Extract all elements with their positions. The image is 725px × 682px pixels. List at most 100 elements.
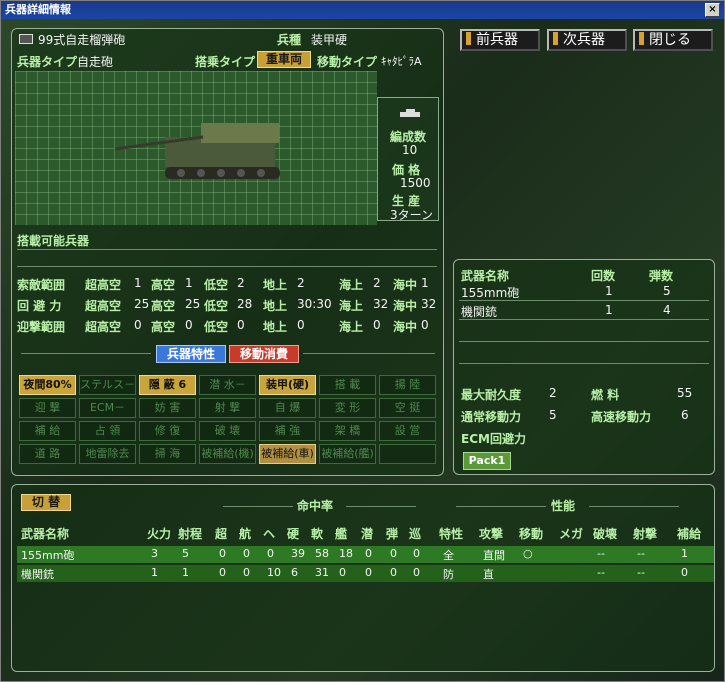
search-range-value: 1: [185, 276, 193, 290]
trait-cell: 被補給(車): [259, 444, 316, 464]
weapon-row-name: 機関銃: [461, 305, 498, 319]
pack-button[interactable]: Pack1: [463, 452, 511, 470]
performance-group: 性能: [551, 499, 576, 513]
table-cell: 0: [365, 547, 372, 560]
trait-cell: 装甲(硬): [259, 375, 316, 395]
intercept-range-value: 0: [134, 318, 142, 332]
divider: [459, 300, 709, 301]
column-header: 超: [215, 527, 228, 541]
trait-cell: 補 給: [19, 421, 76, 441]
unit-type-icon: [19, 34, 33, 44]
table-cell: 39: [291, 547, 305, 560]
button-marker-icon: [466, 32, 471, 45]
search-label: 索敵範囲: [17, 278, 66, 292]
table-cell: --: [597, 566, 605, 579]
table-cell: 0: [243, 547, 250, 560]
column-header: 射撃: [633, 527, 658, 541]
trait-cell: 破 壊: [199, 421, 256, 441]
trait-cell: [379, 444, 436, 464]
evasion-range-value: 28: [237, 297, 253, 311]
table-cell: 10: [267, 566, 281, 579]
prev-weapon-button[interactable]: 前兵器: [460, 29, 540, 51]
intercept-range-value: 0: [237, 318, 245, 332]
evasion-range-value: 32: [373, 297, 389, 311]
evasion-range-label: 海上: [339, 299, 364, 313]
branch-label: 兵種: [277, 33, 302, 47]
divider: [456, 506, 546, 507]
type-value: 自走砲: [77, 55, 114, 69]
count-header: 回数: [591, 269, 616, 283]
search-range-label: 超高空: [85, 278, 122, 292]
column-header: 補給: [677, 527, 702, 541]
table-cell: --: [597, 547, 605, 560]
divider: [346, 506, 416, 507]
search-range-value: 2: [297, 276, 305, 290]
trait-cell: 修 復: [139, 421, 196, 441]
intercept-range-label: 海上: [339, 320, 364, 334]
weapon-row-name: 155mm砲: [461, 286, 520, 300]
move-type-value: ｷｬﾀﾋﾟﾗA: [381, 55, 422, 68]
ecm-label: ECM回避力: [461, 432, 526, 446]
trait-cell: 搭 載: [319, 375, 376, 395]
trait-cell: 自 爆: [259, 398, 316, 418]
evasion-range-label: 超高空: [85, 299, 122, 313]
search-range-label: 海上: [339, 278, 364, 292]
column-header: メガ: [559, 527, 584, 541]
trait-cell: ステルス－: [79, 375, 136, 395]
next-weapon-button[interactable]: 次兵器: [547, 29, 627, 51]
evasion-range-label: 低空: [204, 299, 229, 313]
move-label: 通常移動力: [461, 410, 522, 424]
trait-cell: 変 形: [319, 398, 376, 418]
trait-cell: 射 撃: [199, 398, 256, 418]
weapon-name-header: 武器名称: [461, 269, 510, 283]
evasion-range-value: 30:30: [297, 297, 332, 311]
table-cell: 0: [219, 566, 226, 579]
trait-cell: 夜間80%: [19, 375, 76, 395]
column-header: ヘ: [263, 527, 276, 541]
table-cell: 1: [681, 547, 688, 560]
durability-value: 2: [549, 386, 557, 400]
table-cell: 3: [151, 547, 158, 560]
tab-move-cost[interactable]: 移動消費: [229, 345, 299, 363]
trait-cell: 空 挺: [379, 398, 436, 418]
close-button[interactable]: 閉じる: [633, 29, 713, 51]
column-header: 破壊: [593, 527, 618, 541]
switch-button[interactable]: 切 替: [21, 494, 71, 511]
trait-cell: 隠 蔽 6: [139, 375, 196, 395]
tab-weapon-traits[interactable]: 兵器特性: [156, 345, 226, 363]
column-header: 艦: [335, 527, 348, 541]
divider: [459, 341, 709, 342]
divider: [459, 363, 709, 364]
trait-cell: 被補給(艦): [319, 444, 376, 464]
trait-cell: 迎 撃: [19, 398, 76, 418]
trait-cell: 地雷除去: [79, 444, 136, 464]
table-cell: 0: [219, 547, 226, 560]
prev-label: 前兵器: [476, 32, 518, 48]
move-type-label: 移動タイプ: [317, 55, 378, 69]
table-cell: 防: [443, 568, 454, 581]
table-cell: 0: [390, 566, 397, 579]
column-header: 巡: [409, 527, 422, 541]
evasion-range-label: 地上: [263, 299, 288, 313]
table-cell: 6: [291, 566, 298, 579]
close-icon[interactable]: ×: [705, 3, 720, 17]
column-header: 航: [239, 527, 252, 541]
column-header: 硬: [287, 527, 300, 541]
fast-move-value: 6: [681, 408, 689, 422]
table-cell: 1: [182, 566, 189, 579]
table-cell: 全: [443, 549, 454, 562]
trait-cell: 占 領: [79, 421, 136, 441]
divider: [303, 353, 435, 354]
trait-cell: 掃 海: [139, 444, 196, 464]
column-header: 潜: [361, 527, 374, 541]
intercept-range-label: 海中: [393, 320, 418, 334]
table-cell: 31: [315, 566, 329, 579]
next-label: 次兵器: [563, 32, 605, 48]
intercept-range-label: 地上: [263, 320, 288, 334]
intercept-range-value: 0: [421, 318, 429, 332]
durability-label: 最大耐久度: [461, 388, 522, 402]
trait-cell: 架 橋: [319, 421, 376, 441]
evasion-range-value: 32: [421, 297, 437, 311]
evasion-range-label: 海中: [393, 299, 418, 313]
table-cell: --: [637, 547, 645, 560]
